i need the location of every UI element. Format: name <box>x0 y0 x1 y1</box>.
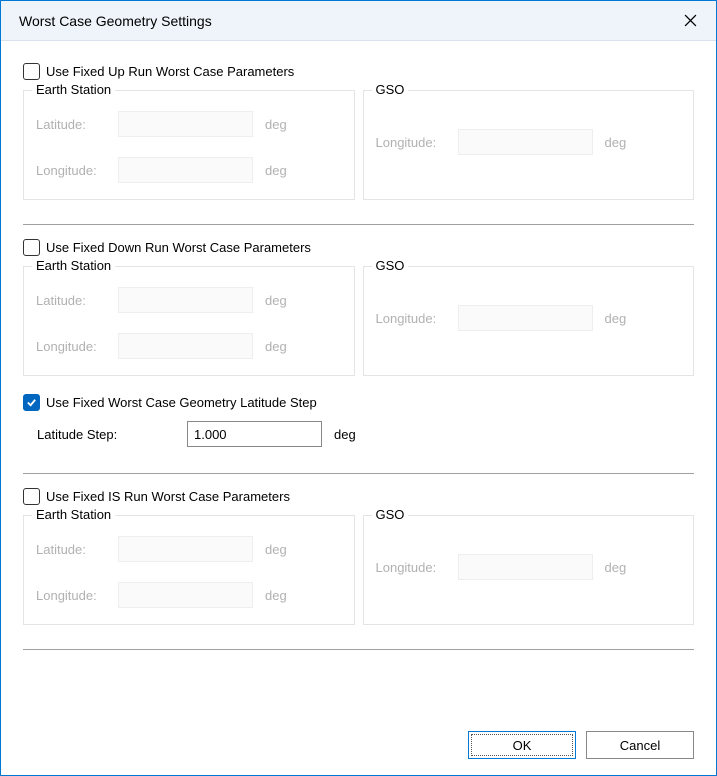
panels-down: Earth Station Latitude: deg Longitude: d… <box>23 266 694 376</box>
checkbox-row-down: Use Fixed Down Run Worst Case Parameters <box>23 239 694 256</box>
panels-up: Earth Station Latitude: deg Longitude: d… <box>23 90 694 200</box>
separator <box>23 649 694 650</box>
label-latstep: Latitude Step: <box>37 427 187 442</box>
input-up-gso-lon[interactable] <box>458 129 593 155</box>
unit-up-es-lon: deg <box>265 163 287 178</box>
latstep-row: Latitude Step: deg <box>37 421 694 447</box>
input-down-gso-lon[interactable] <box>458 305 593 331</box>
legend-down-earth: Earth Station <box>32 258 115 273</box>
unit-is-gso-lon: deg <box>605 560 627 575</box>
separator <box>23 473 694 474</box>
input-is-es-lon[interactable] <box>118 582 253 608</box>
unit-up-es-lat: deg <box>265 117 287 132</box>
input-down-es-lat[interactable] <box>118 287 253 313</box>
unit-down-es-lat: deg <box>265 293 287 308</box>
label-is-es-lat: Latitude: <box>36 542 118 557</box>
legend-up-earth: Earth Station <box>32 82 115 97</box>
close-icon <box>684 14 697 27</box>
legend-up-gso: GSO <box>372 82 409 97</box>
fieldset-is-gso: GSO Longitude: deg <box>363 515 695 625</box>
label-up-gso-lon: Longitude: <box>376 135 458 150</box>
label-up-es-lon: Longitude: <box>36 163 118 178</box>
fieldset-up-earth-station: Earth Station Latitude: deg Longitude: d… <box>23 90 355 200</box>
checkbox-label-latstep: Use Fixed Worst Case Geometry Latitude S… <box>46 395 317 410</box>
unit-is-es-lon: deg <box>265 588 287 603</box>
label-is-gso-lon: Longitude: <box>376 560 458 575</box>
window-title: Worst Case Geometry Settings <box>19 13 212 29</box>
unit-down-gso-lon: deg <box>605 311 627 326</box>
checkbox-lat-step[interactable] <box>23 394 40 411</box>
unit-down-es-lon: deg <box>265 339 287 354</box>
legend-is-earth: Earth Station <box>32 507 115 522</box>
titlebar: Worst Case Geometry Settings <box>1 1 716 41</box>
checkbox-up-run[interactable] <box>23 63 40 80</box>
label-down-gso-lon: Longitude: <box>376 311 458 326</box>
panels-is: Earth Station Latitude: deg Longitude: d… <box>23 515 694 625</box>
input-is-es-lat[interactable] <box>118 536 253 562</box>
checkbox-row-up: Use Fixed Up Run Worst Case Parameters <box>23 63 694 80</box>
input-is-gso-lon[interactable] <box>458 554 593 580</box>
checkbox-row-latstep: Use Fixed Worst Case Geometry Latitude S… <box>23 394 694 411</box>
cancel-button[interactable]: Cancel <box>586 731 694 759</box>
checkbox-row-is: Use Fixed IS Run Worst Case Parameters <box>23 488 694 505</box>
checkbox-down-run[interactable] <box>23 239 40 256</box>
ok-button[interactable]: OK <box>468 731 576 759</box>
unit-up-gso-lon: deg <box>605 135 627 150</box>
checkbox-label-up: Use Fixed Up Run Worst Case Parameters <box>46 64 294 79</box>
button-row: OK Cancel <box>23 721 694 759</box>
fieldset-down-gso: GSO Longitude: deg <box>363 266 695 376</box>
section-lat-step: Use Fixed Worst Case Geometry Latitude S… <box>23 394 694 461</box>
checkbox-label-down: Use Fixed Down Run Worst Case Parameters <box>46 240 311 255</box>
fieldset-down-earth-station: Earth Station Latitude: deg Longitude: d… <box>23 266 355 376</box>
input-down-es-lon[interactable] <box>118 333 253 359</box>
separator <box>23 224 694 225</box>
close-button[interactable] <box>676 7 704 35</box>
section-down-run: Use Fixed Down Run Worst Case Parameters… <box>23 239 694 388</box>
check-icon <box>26 397 37 408</box>
fieldset-up-gso: GSO Longitude: deg <box>363 90 695 200</box>
input-latstep[interactable] <box>187 421 322 447</box>
label-down-es-lon: Longitude: <box>36 339 118 354</box>
label-is-es-lon: Longitude: <box>36 588 118 603</box>
input-up-es-lat[interactable] <box>118 111 253 137</box>
content-area: Use Fixed Up Run Worst Case Parameters E… <box>1 41 716 775</box>
legend-down-gso: GSO <box>372 258 409 273</box>
section-up-run: Use Fixed Up Run Worst Case Parameters E… <box>23 63 694 212</box>
checkbox-is-run[interactable] <box>23 488 40 505</box>
input-up-es-lon[interactable] <box>118 157 253 183</box>
checkbox-label-is: Use Fixed IS Run Worst Case Parameters <box>46 489 290 504</box>
unit-is-es-lat: deg <box>265 542 287 557</box>
section-is-run: Use Fixed IS Run Worst Case Parameters E… <box>23 488 694 637</box>
label-up-es-lat: Latitude: <box>36 117 118 132</box>
legend-is-gso: GSO <box>372 507 409 522</box>
fieldset-is-earth-station: Earth Station Latitude: deg Longitude: d… <box>23 515 355 625</box>
label-down-es-lat: Latitude: <box>36 293 118 308</box>
unit-latstep: deg <box>334 427 356 442</box>
